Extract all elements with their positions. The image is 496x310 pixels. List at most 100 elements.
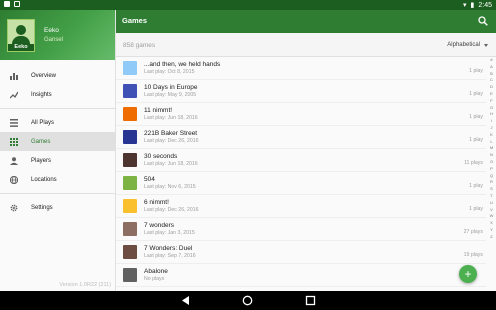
games-list: ...and then, we held hands Last play: Oct… (116, 57, 486, 291)
game-last-play: Last play: May 9, 2005 (144, 91, 197, 98)
index-letter[interactable]: T (490, 193, 492, 200)
index-letter[interactable]: F (490, 98, 492, 105)
index-letter[interactable]: S (490, 186, 493, 193)
game-title: 504 (144, 175, 155, 183)
version-label: Version 1.0R22 (211) (59, 282, 111, 288)
index-letter[interactable]: I (491, 118, 492, 125)
chevron-down-icon (484, 43, 488, 47)
sort-dropdown[interactable]: Alphabetical (447, 42, 488, 48)
index-letter[interactable]: P (490, 166, 493, 173)
add-play-button[interactable]: + (459, 265, 477, 283)
index-letter[interactable]: W (490, 213, 494, 220)
game-row[interactable]: 30 seconds Last play: Jun 18, 2016 11 play… (116, 149, 486, 172)
recents-icon[interactable] (305, 295, 316, 306)
game-thumbnail (123, 107, 137, 121)
index-letter[interactable]: Y (490, 227, 493, 234)
sort-label: Alphabetical (447, 42, 480, 48)
nav-item-games[interactable]: Games (0, 132, 115, 151)
game-row-text: Abalone No plays (144, 268, 486, 283)
avatar-caption: Eeko (8, 44, 34, 51)
index-letter[interactable]: D (490, 84, 493, 91)
game-row[interactable]: 11 nimmt! Last play: Jun 18, 2016 1 play (116, 103, 486, 126)
nav-item-overview[interactable]: Overview (0, 66, 115, 85)
nav-label-settings: Settings (31, 204, 53, 211)
game-play-count: 27 plays (463, 229, 483, 235)
game-title: 10 Days in Europe (144, 83, 198, 91)
index-letter[interactable]: Z (490, 234, 492, 241)
game-last-play: Last play: Dec 26, 2016 (144, 137, 199, 144)
person-icon (10, 156, 18, 165)
grid-icon (10, 137, 18, 146)
game-row-text: 7 Wonders: Duel Last play: Sep 7, 2016 (144, 245, 486, 260)
index-letter[interactable]: G (490, 105, 493, 112)
avatar-head-icon (16, 25, 26, 35)
game-row[interactable]: 7 wonders Last play: Jan 3, 2015 27 plays (116, 218, 486, 241)
list-header: 858 games Alphabetical (116, 33, 496, 57)
drawer-nav-3: Settings (0, 198, 115, 217)
game-thumbnail (123, 84, 137, 98)
game-last-play: Last play: Sep 7, 2016 (144, 252, 196, 259)
nav-item-players[interactable]: Players (0, 151, 115, 170)
game-last-play: Last play: Jun 18, 2016 (144, 160, 198, 167)
index-letter[interactable]: M (490, 145, 493, 152)
game-row[interactable]: 10 Days in Europe Last play: May 9, 2005 1… (116, 80, 486, 103)
nav-label-games: Games (31, 138, 51, 145)
game-thumbnail (123, 61, 137, 75)
back-icon[interactable] (180, 295, 191, 306)
index-letter[interactable]: # (490, 57, 492, 64)
game-row[interactable]: ...and then, we held hands Last play: Oct… (116, 57, 486, 80)
game-last-play: Last play: Nov 6, 2015 (144, 183, 196, 190)
index-letter[interactable]: Q (490, 173, 493, 180)
game-row-text: 10 Days in Europe Last play: May 9, 2005 (144, 84, 486, 99)
game-thumbnail (123, 199, 137, 213)
index-letter[interactable]: X (490, 220, 493, 227)
game-play-count: 1 play (469, 183, 483, 189)
user-name: Eeko (44, 27, 59, 34)
index-letter[interactable]: V (490, 207, 493, 214)
index-letter[interactable]: K (490, 132, 493, 139)
game-row[interactable]: 504 Last play: Nov 6, 2015 1 play (116, 172, 486, 195)
nav-item-insights[interactable]: Insights (0, 85, 115, 104)
index-letter[interactable]: J (491, 125, 493, 132)
nav-label-insights: Insights (31, 91, 52, 98)
index-letter[interactable]: O (490, 159, 493, 166)
index-letter[interactable]: N (490, 152, 493, 159)
insights-icon (10, 91, 18, 99)
game-row-text: 11 nimmt! Last play: Jun 18, 2016 (144, 107, 486, 122)
nav-label-players: Players (31, 157, 52, 164)
game-row[interactable]: Abalone No plays (116, 264, 486, 287)
game-last-play: Last play: Dec 26, 2016 (144, 206, 199, 213)
game-row-text: ...and then, we held hands Last play: Oct… (144, 61, 486, 76)
page-title: Games (122, 16, 148, 25)
index-letter[interactable]: C (490, 77, 493, 84)
index-letter[interactable]: E (490, 91, 493, 98)
game-row[interactable]: 7 Wonders: Duel Last play: Sep 7, 2016 19 … (116, 241, 486, 264)
alphabet-index[interactable]: # A B C D E F G H I J K L M N O P Q R S T U V W X Y Z (487, 57, 496, 291)
user-subtitle: Gansel (44, 37, 64, 43)
game-play-count: 1 play (469, 68, 483, 74)
wifi-icon: ▾ (463, 2, 467, 9)
index-letter[interactable]: L (490, 139, 492, 146)
index-letter[interactable]: R (490, 179, 493, 186)
avatar[interactable]: Eeko (7, 19, 35, 52)
nav-item-locations[interactable]: Locations (0, 170, 115, 189)
games-count: 858 games (123, 42, 156, 49)
game-title: 6 nimmt! (144, 198, 169, 206)
game-title: 221B Baker Street (144, 129, 198, 137)
game-play-count: 1 play (469, 114, 483, 120)
index-letter[interactable]: A (490, 64, 493, 71)
game-thumbnail (123, 153, 137, 167)
nav-item-all-plays[interactable]: All Plays (0, 113, 115, 132)
index-letter[interactable]: B (490, 71, 493, 78)
navigation-drawer: Eeko Eeko Gansel Overview Insights All P… (0, 10, 116, 291)
game-thumbnail (123, 268, 137, 282)
nav-item-settings[interactable]: Settings (0, 198, 115, 217)
game-last-play: Last play: Jun 18, 2016 (144, 114, 198, 121)
search-icon[interactable] (478, 16, 488, 26)
game-row[interactable]: 6 nimmt! Last play: Dec 26, 2016 1 play (116, 195, 486, 218)
game-row[interactable]: 221B Baker Street Last play: Dec 26, 2016… (116, 126, 486, 149)
index-letter[interactable]: U (490, 200, 493, 207)
game-thumbnail (123, 176, 137, 190)
index-letter[interactable]: H (490, 111, 493, 118)
home-icon[interactable] (242, 295, 253, 306)
